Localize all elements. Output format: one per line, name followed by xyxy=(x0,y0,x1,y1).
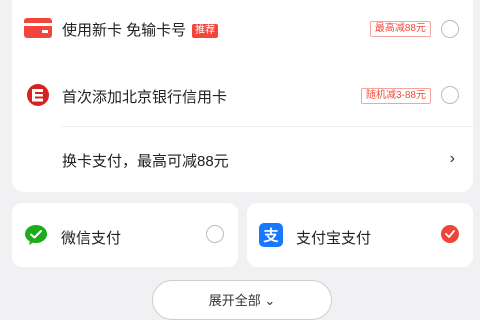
expand-all-label: 展开全部 ⌄ xyxy=(208,293,276,308)
bank-of-beijing-logo xyxy=(27,84,49,106)
svg-text:支: 支 xyxy=(262,227,279,245)
card-options-panel: 使用新卡 免输卡号 推荐 最高减88元 首次添加北京银行信用卡 随机减3-88元 … xyxy=(12,0,473,192)
new-card-option[interactable]: 使用新卡 免输卡号 推荐 最高减88元 xyxy=(12,0,473,58)
divider xyxy=(61,126,473,127)
alipay-option[interactable]: 支 支付宝支付 xyxy=(247,203,473,267)
expand-all-button[interactable]: 展开全部 ⌄ xyxy=(152,280,332,320)
red-card-icon xyxy=(24,18,52,38)
checkmark-icon xyxy=(445,230,455,238)
alipay-radio-checked[interactable] xyxy=(441,225,459,243)
new-card-promo: 最高减88元 xyxy=(369,21,431,37)
switch-card-label: 换卡支付，最高可减88元 xyxy=(62,153,229,170)
bank-card-label: 首次添加北京银行信用卡 xyxy=(62,89,228,106)
chevron-right-icon: › xyxy=(449,150,455,167)
new-card-text: 使用新卡 免输卡号 xyxy=(62,22,187,39)
new-card-label: 使用新卡 免输卡号 推荐 xyxy=(62,19,219,40)
bank-card-promo: 随机减3-88元 xyxy=(360,88,431,104)
recommend-badge: 推荐 xyxy=(192,24,219,38)
wechat-pay-radio[interactable] xyxy=(206,225,224,243)
wechat-pay-option[interactable]: 微信支付 xyxy=(12,203,238,267)
alipay-icon: 支 xyxy=(259,223,283,247)
new-card-radio[interactable] xyxy=(441,20,459,38)
switch-card-row[interactable]: 换卡支付，最高可减88元 › xyxy=(12,128,473,190)
wechat-pay-icon xyxy=(25,225,47,245)
bank-card-radio[interactable] xyxy=(441,86,459,104)
alipay-label: 支付宝支付 xyxy=(296,230,372,247)
bank-card-option[interactable]: 首次添加北京银行信用卡 随机减3-88元 xyxy=(12,66,473,124)
wechat-pay-label: 微信支付 xyxy=(61,230,122,247)
